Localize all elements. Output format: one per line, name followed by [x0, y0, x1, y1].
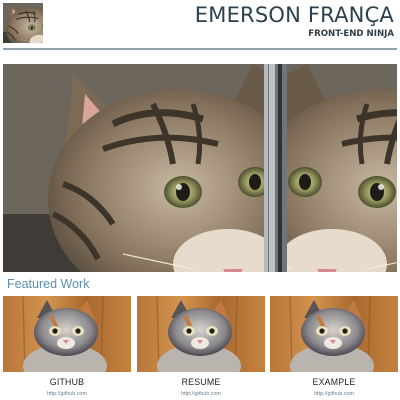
work-card-title[interactable]: RESUME — [137, 377, 265, 388]
site-tagline: FRONT-END NINJA — [308, 29, 394, 39]
work-card-title[interactable]: GITHUB — [3, 377, 131, 388]
work-card-link[interactable]: http://github.com — [270, 391, 398, 398]
work-card-thumbnail[interactable] — [137, 296, 265, 372]
work-card-thumbnail[interactable] — [3, 296, 131, 372]
hero-kitten-image — [3, 64, 397, 272]
header-divider — [3, 48, 397, 50]
work-card-resume[interactable]: RESUME http://github.com — [137, 296, 265, 398]
work-card-github[interactable]: GITHUB http://github.com — [3, 296, 131, 398]
avatar-kitten-image — [3, 3, 43, 43]
work-card-example[interactable]: EXAMPLE http://github.com — [270, 296, 398, 398]
work-card-title[interactable]: EXAMPLE — [270, 377, 398, 388]
site-name: EMERSON FRANÇA — [194, 3, 394, 27]
work-card-link[interactable]: http://github.com — [3, 391, 131, 398]
site-header: EMERSON FRANÇA FRONT-END NINJA — [195, 3, 394, 40]
work-card-link[interactable]: http://github.com — [137, 391, 265, 398]
avatar[interactable] — [3, 3, 43, 43]
work-card-thumbnail[interactable] — [270, 296, 398, 372]
hero-image — [3, 64, 397, 272]
featured-work-heading: Featured Work — [7, 277, 90, 291]
